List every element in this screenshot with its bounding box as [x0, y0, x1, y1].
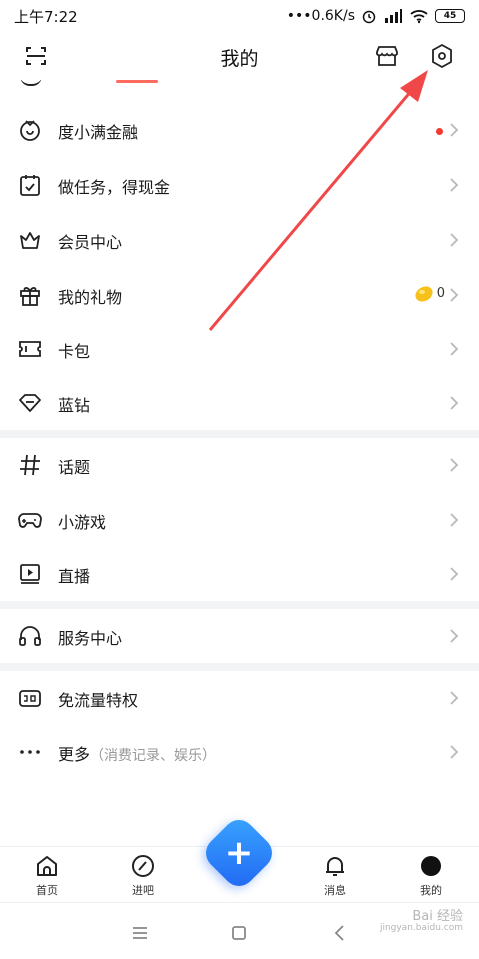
chevron-right-icon — [450, 513, 459, 527]
finance-icon — [20, 120, 40, 141]
gift-count: 0 — [436, 286, 445, 301]
chevron-right-icon — [450, 123, 459, 137]
menu-item-free-data[interactable]: 免流量特权 — [0, 671, 479, 726]
free-data-icon — [19, 690, 41, 707]
watermark-url: jingyan.baidu.com — [379, 923, 463, 934]
status-time: 上午7:22 — [14, 7, 78, 26]
menu-item-label: 度小满金融 — [58, 122, 139, 142]
chevron-right-icon — [450, 567, 459, 581]
menu-item-service[interactable]: 服务中心 — [0, 609, 479, 664]
gold-bean-icon — [415, 286, 433, 302]
chevron-right-icon — [450, 396, 459, 410]
menu-item-label: 我的礼物 — [58, 287, 123, 307]
section-divider — [0, 663, 479, 671]
live-play-icon — [20, 564, 40, 584]
menu-item-more[interactable]: 更多（消费记录、娱乐） — [0, 725, 479, 780]
gift-icon — [20, 287, 40, 306]
menu-item-label: 服务中心 — [58, 628, 123, 648]
watermark: Bai 经验 jingyan.baidu.com — [379, 909, 463, 934]
tab-forum[interactable]: 进吧 — [113, 853, 173, 901]
partial-accent-bar — [116, 80, 158, 83]
menu-item-label: 卡包 — [58, 341, 91, 361]
menu-item-task[interactable]: 做任务，得现金 — [0, 158, 479, 213]
menu-item-label: 免流量特权 — [58, 690, 139, 710]
plus-icon: + — [224, 833, 254, 873]
more-label: 更多 — [58, 744, 91, 764]
menu-lines-icon[interactable] — [128, 921, 152, 945]
chevron-right-icon — [450, 458, 459, 472]
tab-messages[interactable]: 消息 — [305, 853, 365, 901]
menu-item-label: 做任务，得现金 — [58, 177, 171, 197]
menu-item-vip[interactable]: 会员中心 — [0, 213, 479, 268]
more-sublabel: （消费记录、娱乐） — [90, 747, 217, 764]
compass-icon — [132, 855, 154, 877]
task-calendar-icon — [20, 175, 40, 196]
settings-icon[interactable] — [428, 42, 456, 70]
tab-mine[interactable]: 我的 — [401, 853, 461, 901]
header: 我的 — [0, 32, 479, 80]
battery-icon: 45 — [435, 9, 465, 23]
menu-item-label: 直播 — [58, 566, 91, 586]
chevron-right-icon — [450, 629, 459, 643]
profile-icon — [421, 856, 441, 876]
scrolled-item-partial — [0, 80, 479, 98]
menu-item-label: 更多（消费记录、娱乐） — [58, 741, 216, 765]
menu-item-gift[interactable]: 我的礼物 0 — [0, 268, 479, 323]
section-divider — [0, 430, 479, 438]
watermark-brand: Bai 经验 — [412, 909, 463, 924]
gamepad-icon — [18, 513, 42, 528]
chevron-right-icon — [450, 691, 459, 705]
status-bar: 上午7:22 •••0.6K/s 45 — [0, 0, 479, 32]
notification-dot — [436, 128, 443, 135]
diamond-icon — [19, 394, 41, 412]
home-square-icon[interactable] — [227, 921, 251, 945]
menu-item-live[interactable]: 直播 — [0, 547, 479, 602]
chevron-right-icon — [450, 288, 459, 302]
crown-icon — [20, 232, 40, 249]
chevron-right-icon — [450, 745, 459, 759]
bell-icon — [326, 857, 344, 876]
alarm-icon — [362, 10, 376, 24]
home-icon — [37, 856, 57, 876]
network-speed: •••0.6K/s — [286, 8, 355, 24]
page-title: 我的 — [220, 48, 259, 70]
status-indicators: •••0.6K/s 45 — [287, 8, 465, 24]
partial-icon — [20, 80, 42, 86]
store-icon[interactable] — [373, 42, 401, 70]
wifi-icon — [410, 10, 428, 24]
back-chevron-icon[interactable] — [328, 921, 352, 945]
menu-item-diamond[interactable]: 蓝钻 — [0, 376, 479, 431]
signal-icon — [385, 9, 402, 23]
tab-label: 我的 — [420, 884, 442, 897]
menu-item-label: 话题 — [58, 457, 91, 477]
headphones-icon — [19, 626, 41, 646]
chevron-right-icon — [450, 233, 459, 247]
menu-item-label: 会员中心 — [58, 232, 123, 252]
chevron-right-icon — [450, 342, 459, 356]
menu-item-topic[interactable]: 话题 — [0, 438, 479, 493]
tab-label: 首页 — [36, 884, 58, 897]
section-divider — [0, 601, 479, 609]
tab-home[interactable]: 首页 — [17, 853, 77, 901]
chevron-right-icon — [450, 178, 459, 192]
menu-item-card[interactable]: 卡包 — [0, 322, 479, 377]
hash-icon — [20, 454, 40, 476]
tab-label: 进吧 — [132, 884, 154, 897]
menu-item-label: 小游戏 — [58, 512, 107, 532]
tab-label: 消息 — [324, 884, 346, 897]
menu-item-finance[interactable]: 度小满金融 — [0, 103, 479, 158]
menu-item-label: 蓝钻 — [58, 395, 91, 415]
menu-item-minigame[interactable]: 小游戏 — [0, 493, 479, 548]
more-dots-icon — [20, 750, 40, 754]
card-icon — [19, 341, 41, 357]
